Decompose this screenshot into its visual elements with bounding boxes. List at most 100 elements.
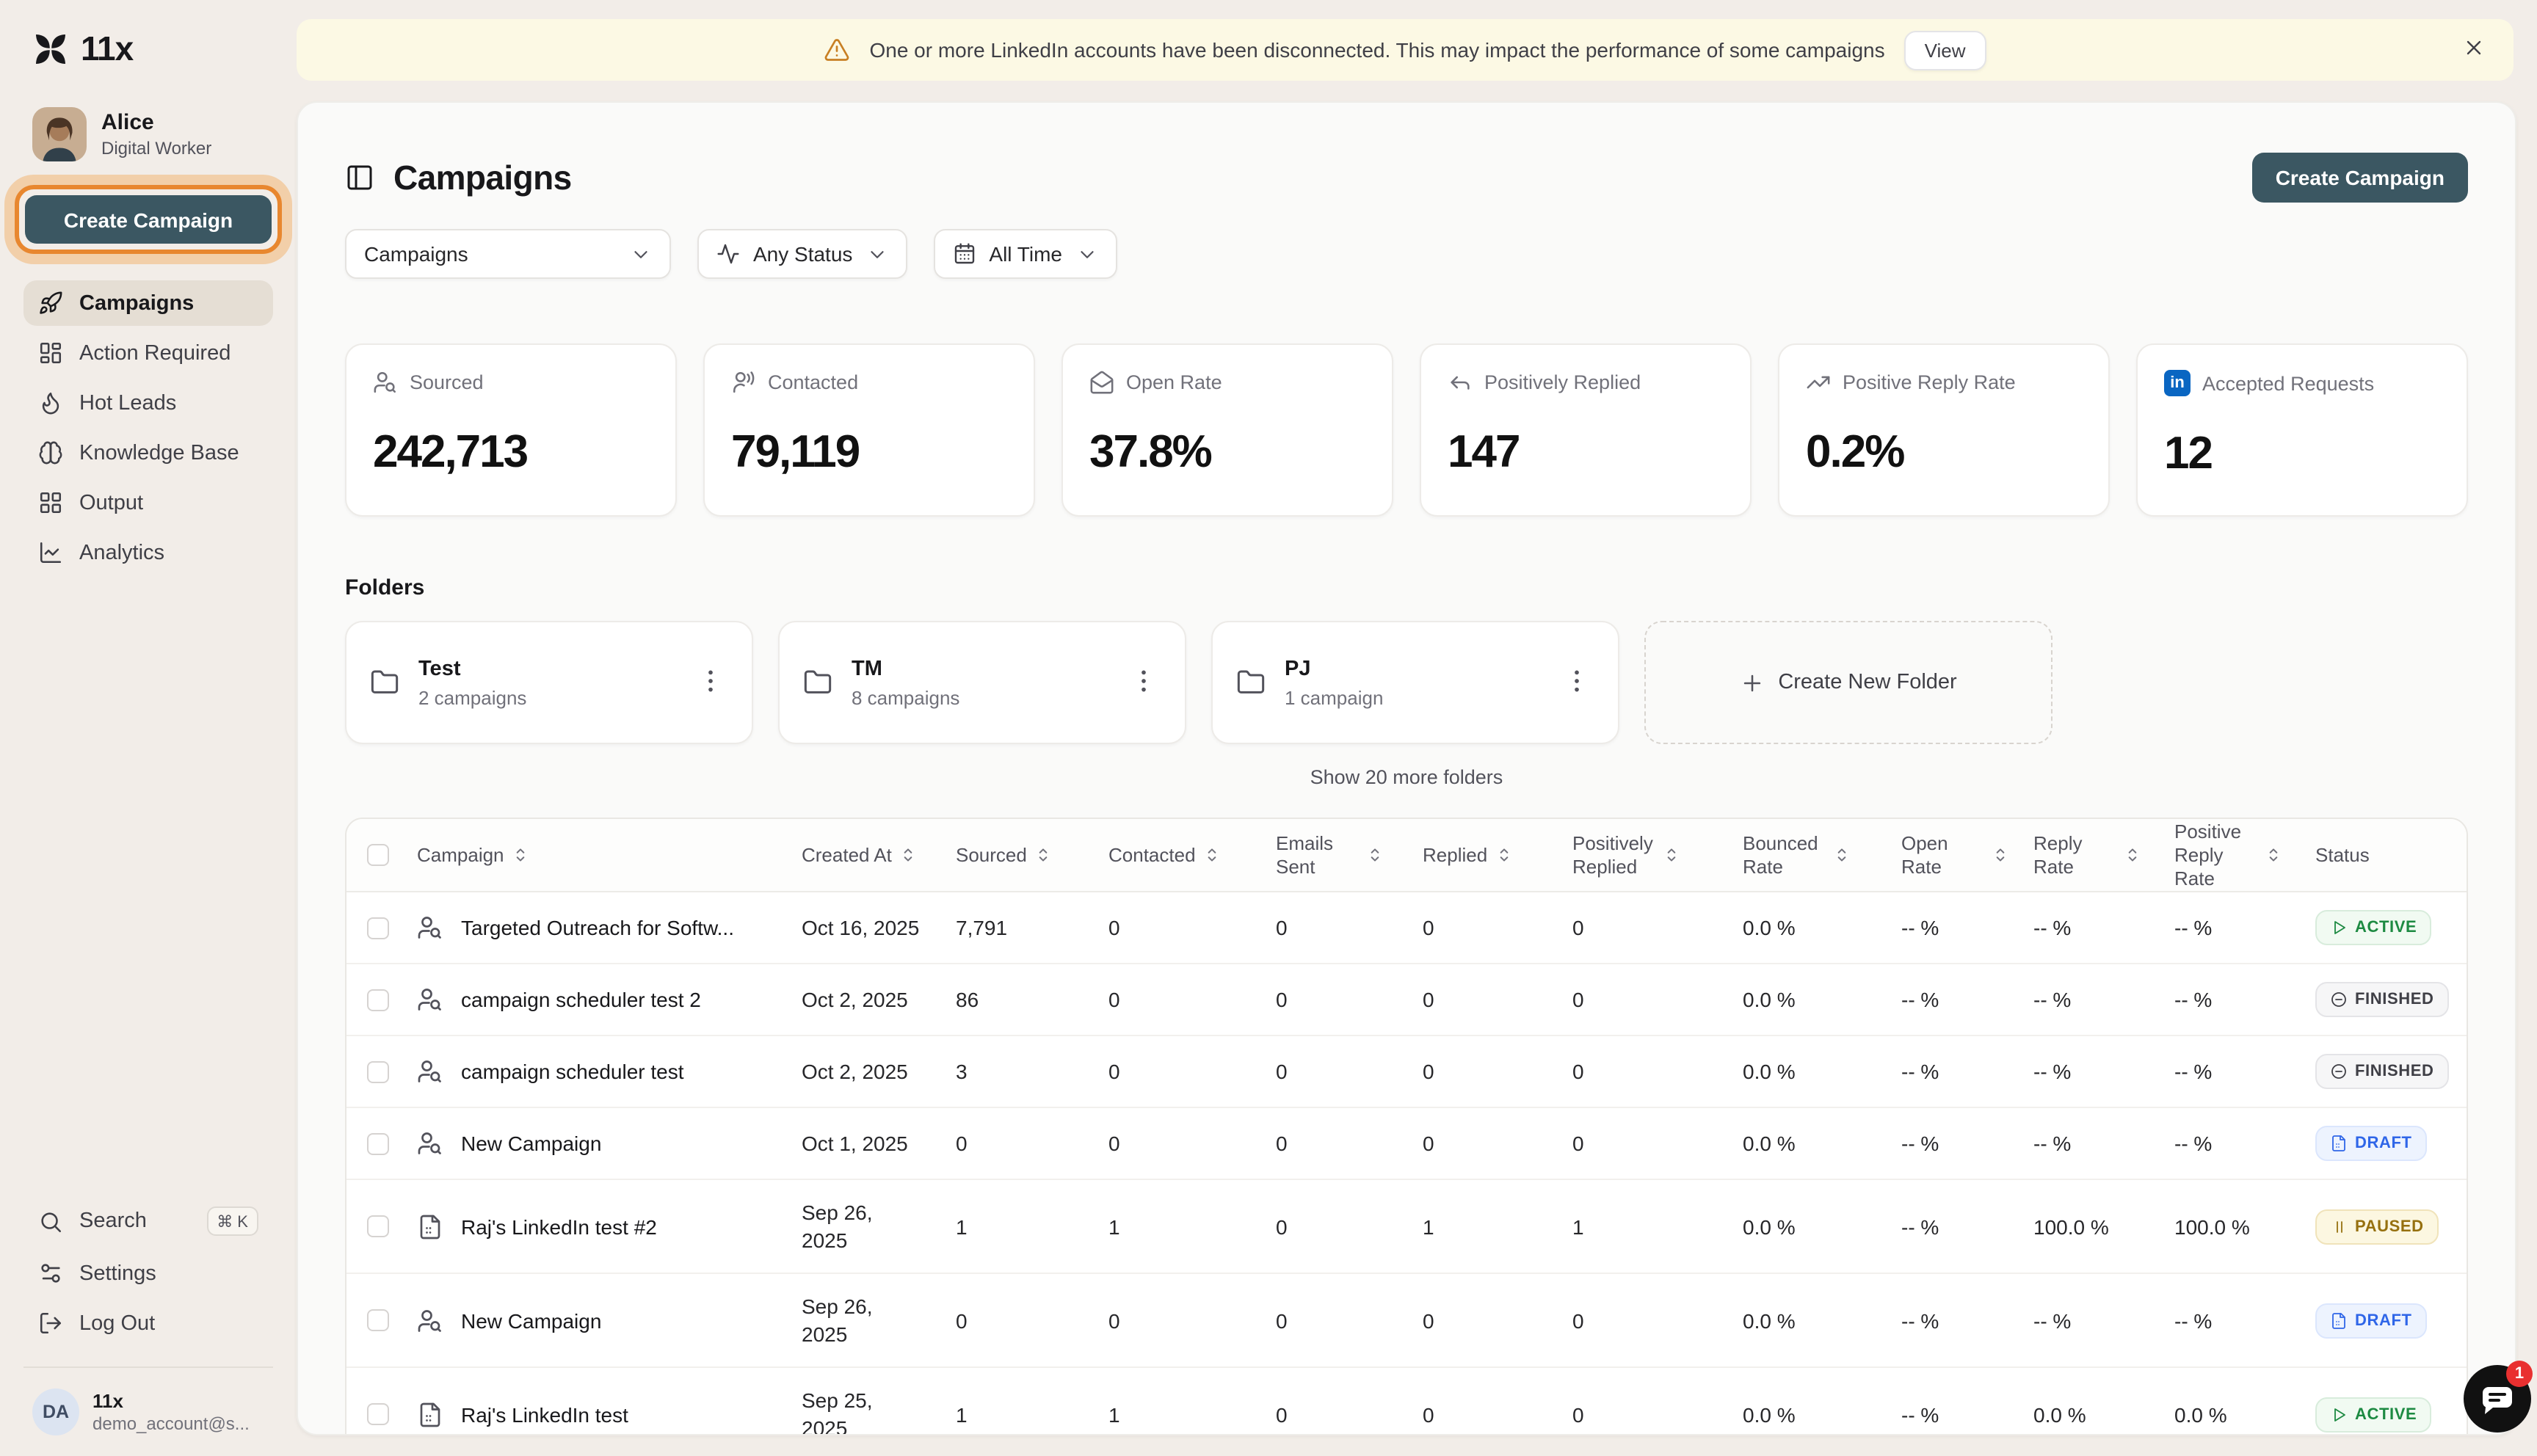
value-cell: 0.0 %: [1743, 1060, 1901, 1083]
row-checkbox[interactable]: [367, 989, 389, 1011]
column-header-positively-replied[interactable]: Positively Replied: [1572, 831, 1743, 878]
value-cell: 0: [1276, 988, 1423, 1011]
table-row[interactable]: Targeted Outreach for Softw...Oct 16, 20…: [346, 892, 2467, 964]
created-at-cell: Sep 26, 2025: [802, 1292, 956, 1348]
search-icon: [38, 1209, 63, 1234]
table-row[interactable]: New CampaignSep 26, 2025000000.0 %-- %--…: [346, 1274, 2467, 1368]
sidebar-item-label: Analytics: [79, 541, 164, 564]
status-cell: ACTIVE: [2315, 910, 2467, 945]
created-at-cell: Sep 25, 2025: [802, 1386, 956, 1435]
stat-card-open-rate: Open Rate37.8%: [1061, 343, 1393, 517]
folder-menu-button[interactable]: [690, 660, 731, 705]
value-cell: 0: [1108, 1060, 1276, 1083]
campaign-name-cell: New Campaign: [417, 1130, 802, 1157]
stat-value: 79,119: [731, 426, 1007, 478]
value-cell: 0: [1572, 1402, 1743, 1426]
table-row[interactable]: Raj's LinkedIn test #2Sep 26, 2025110110…: [346, 1180, 2467, 1274]
sidebar-create-campaign-button[interactable]: Create Campaign: [25, 195, 272, 244]
chat-bubble-button[interactable]: 1: [2464, 1365, 2531, 1433]
user-search-icon: [417, 1307, 443, 1333]
sidebar-item-action-required[interactable]: Action Required: [23, 330, 273, 376]
sidebar-item-hot-leads[interactable]: Hot Leads: [23, 380, 273, 426]
column-header-positive-reply-rate[interactable]: Positive Reply Rate: [2174, 820, 2315, 890]
column-header-sourced[interactable]: Sourced: [956, 843, 1108, 867]
stat-card-contacted: Contacted79,119: [703, 343, 1035, 517]
campaign-name-cell: campaign scheduler test 2: [417, 986, 802, 1013]
sidebar-item-analytics[interactable]: Analytics: [23, 530, 273, 575]
sidebar-item-knowledge-base[interactable]: Knowledge Base: [23, 430, 273, 476]
column-header-contacted[interactable]: Contacted: [1108, 843, 1276, 867]
show-more-folders-button[interactable]: Show 20 more folders: [1310, 766, 1503, 788]
sidebar-item-search[interactable]: Search⌘ K: [23, 1196, 273, 1246]
file-text-icon: [417, 1401, 443, 1427]
sort-icon: [2123, 845, 2142, 864]
column-header-emails-sent[interactable]: Emails Sent: [1276, 831, 1423, 878]
select-all-checkbox[interactable]: [367, 844, 389, 866]
column-header-campaign[interactable]: Campaign: [417, 843, 802, 867]
row-checkbox[interactable]: [367, 1132, 389, 1154]
chevron-down-icon: [630, 243, 652, 265]
value-cell: 0: [1572, 1308, 1743, 1332]
row-checkbox[interactable]: [367, 1060, 389, 1082]
create-campaign-button[interactable]: Create Campaign: [2252, 153, 2468, 203]
panel-left-icon[interactable]: [345, 163, 374, 192]
folder-menu-button[interactable]: [1123, 660, 1164, 705]
row-checkbox[interactable]: [367, 1309, 389, 1331]
status-badge: ACTIVE: [2315, 1397, 2431, 1432]
value-cell: -- %: [1901, 1132, 2033, 1155]
play-icon: [2330, 919, 2348, 936]
filter-any-status[interactable]: Any Status: [697, 229, 907, 279]
table-row[interactable]: campaign scheduler testOct 2, 2025300000…: [346, 1036, 2467, 1108]
banner-view-button[interactable]: View: [1904, 30, 1986, 70]
folder-card-test[interactable]: Test2 campaigns: [345, 621, 753, 744]
filter-label: Any Status: [753, 242, 852, 266]
sidebar-item-campaigns[interactable]: Campaigns: [23, 280, 273, 326]
value-cell: 1: [1423, 1215, 1572, 1238]
filter-label: Campaigns: [364, 242, 468, 266]
row-checkbox[interactable]: [367, 1215, 389, 1237]
campaign-name: campaign scheduler test: [461, 1060, 684, 1083]
stat-card-positively-replied: Positively Replied147: [1420, 343, 1752, 517]
column-header-bounced-rate[interactable]: Bounced Rate: [1743, 831, 1901, 878]
folder-name: PJ: [1285, 657, 1383, 682]
table-row[interactable]: Raj's LinkedIn testSep 25, 2025110000.0 …: [346, 1368, 2467, 1435]
value-cell: -- %: [1901, 1060, 2033, 1083]
status-cell: PAUSED: [2315, 1209, 2467, 1244]
column-header-reply-rate[interactable]: Reply Rate: [2033, 831, 2174, 878]
folder-name: Test: [418, 657, 526, 682]
campaign-name-cell: Raj's LinkedIn test #2: [417, 1213, 802, 1240]
account-switcher[interactable]: DA 11x demo_account@s...: [23, 1366, 273, 1435]
table-row[interactable]: campaign scheduler test 2Oct 2, 20258600…: [346, 964, 2467, 1036]
folder-card-pj[interactable]: PJ1 campaign: [1211, 621, 1619, 744]
kebab-icon: [1562, 666, 1591, 695]
user-search-icon: [417, 1130, 443, 1157]
activity-icon: [716, 242, 740, 266]
status-cell: FINISHED: [2315, 982, 2467, 1017]
create-new-folder-button[interactable]: Create New Folder: [1644, 621, 2053, 744]
sidebar-item-settings[interactable]: Settings: [23, 1251, 273, 1296]
sidebar: 11x Alice Digital Worker Create Campaign…: [0, 0, 297, 1456]
sidebar-item-output[interactable]: Output: [23, 480, 273, 525]
sidebar-item-log-out[interactable]: Log Out: [23, 1300, 273, 1346]
status-label: PAUSED: [2355, 1217, 2424, 1235]
folders-title: Folders: [345, 575, 2468, 600]
column-header-replied[interactable]: Replied: [1423, 843, 1572, 867]
value-cell: 0.0 %: [1743, 988, 1901, 1011]
column-header-created-at[interactable]: Created At: [802, 843, 956, 867]
row-checkbox[interactable]: [367, 1403, 389, 1425]
folder-count: 8 campaigns: [852, 686, 959, 708]
folder-menu-button[interactable]: [1556, 660, 1597, 705]
table-row[interactable]: New CampaignOct 1, 2025000000.0 %-- %-- …: [346, 1108, 2467, 1180]
close-icon[interactable]: [2462, 36, 2486, 64]
filter-campaigns[interactable]: Campaigns: [345, 229, 671, 279]
status-label: ACTIVE: [2355, 1405, 2417, 1423]
status-cell: ACTIVE: [2315, 1397, 2467, 1432]
value-cell: 1: [956, 1402, 1108, 1426]
folder-card-tm[interactable]: TM8 campaigns: [778, 621, 1186, 744]
row-checkbox[interactable]: [367, 917, 389, 939]
value-cell: 0: [1108, 916, 1276, 939]
filter-all-time[interactable]: All Time: [933, 229, 1117, 279]
column-header-open-rate[interactable]: Open Rate: [1901, 831, 2033, 878]
mail-open-icon: [1089, 370, 1114, 395]
sidebar-item-label: Hot Leads: [79, 391, 176, 415]
